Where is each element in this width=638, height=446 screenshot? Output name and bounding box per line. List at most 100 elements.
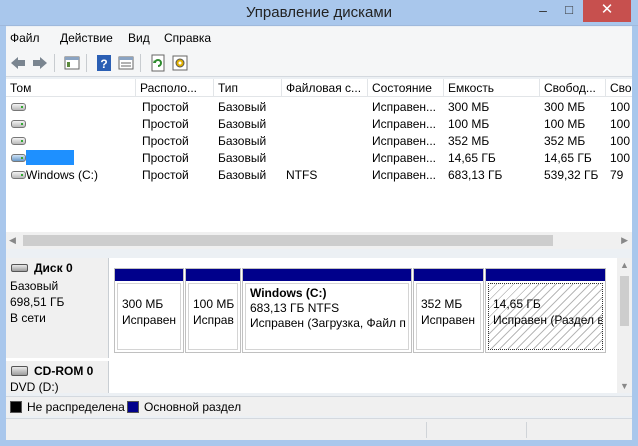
cell-free-pct: 100 xyxy=(610,117,631,131)
help-icon[interactable]: ? xyxy=(95,54,113,72)
cell-status: Исправен... xyxy=(372,117,437,131)
partition-4[interactable]: 352 МБ Исправен xyxy=(413,268,484,353)
scroll-right-icon[interactable]: ▶ xyxy=(621,235,628,246)
cell-free: 14,65 ГБ xyxy=(544,151,592,165)
col-free[interactable]: Свобод... xyxy=(540,79,606,97)
menu-view[interactable]: Вид xyxy=(128,31,150,45)
toolbar: ? xyxy=(6,49,632,77)
cell-capacity: 14,65 ГБ xyxy=(448,151,496,165)
horizontal-scrollbar[interactable]: ◀ ▶ xyxy=(6,232,632,249)
cell-status: Исправен... xyxy=(372,168,437,182)
cell-free: 300 МБ xyxy=(544,100,586,114)
partition-windows[interactable]: Windows (C:) 683,13 ГБ NTFS Исправен (За… xyxy=(242,268,412,353)
col-type[interactable]: Тип xyxy=(214,79,282,97)
hard-disk-icon xyxy=(11,264,28,272)
table-row[interactable]: Простой Базовый Исправен... 352 МБ 352 М… xyxy=(6,133,632,150)
cell-capacity: 352 МБ xyxy=(448,134,490,148)
table-row[interactable]: Простой Базовый Исправен... 100 МБ 100 М… xyxy=(6,116,632,133)
cell-free: 539,32 ГБ xyxy=(544,168,599,182)
partition-2[interactable]: 100 МБ Исправ xyxy=(185,268,241,353)
scrollbar-thumb[interactable] xyxy=(620,276,629,326)
partition-status: Исправен xyxy=(122,313,177,327)
close-button[interactable]: ✕ xyxy=(583,0,631,22)
maximize-button[interactable]: □ xyxy=(556,0,582,22)
cdrom-0-type: DVD (D:) xyxy=(10,380,59,394)
cd-drive-icon xyxy=(11,366,28,376)
toolbar-separator xyxy=(54,54,55,72)
cell-free-pct: 100 xyxy=(610,134,631,148)
title-bar: Управление дисками – □ ✕ xyxy=(0,0,638,26)
table-row[interactable]: Простой Базовый Исправен... 300 МБ 300 М… xyxy=(6,99,632,116)
partition-size: 300 МБ xyxy=(122,297,164,311)
partition-body: 100 МБ Исправ xyxy=(188,283,238,350)
legend: Не распределена Основной раздел xyxy=(6,396,632,416)
cell-layout: Простой xyxy=(142,168,189,182)
window-frame-right xyxy=(632,26,638,440)
partition-status: Исправен xyxy=(421,313,476,327)
scroll-left-icon[interactable]: ◀ xyxy=(9,235,16,246)
volume-icon xyxy=(11,103,26,111)
partition-size: 683,13 ГБ NTFS xyxy=(250,301,340,315)
partition-bar xyxy=(414,269,483,281)
partition-label: Windows (C:) xyxy=(250,286,327,300)
cell-status: Исправен... xyxy=(372,100,437,114)
col-volume[interactable]: Том xyxy=(6,79,136,97)
scrollbar-thumb[interactable] xyxy=(23,235,553,246)
table-row[interactable]: Простой Базовый Исправен... 14,65 ГБ 14,… xyxy=(6,150,632,167)
partition-bar xyxy=(115,269,183,281)
refresh-icon[interactable] xyxy=(149,54,167,72)
cell-capacity: 300 МБ xyxy=(448,100,490,114)
cell-status: Исправен... xyxy=(372,151,437,165)
cdrom-0-info[interactable]: CD-ROM 0 DVD (D:) xyxy=(6,361,109,394)
cell-type: Базовый xyxy=(218,134,267,148)
partition-recovery[interactable]: 14,65 ГБ Исправен (Раздел в xyxy=(485,268,606,353)
disk-0-state: В сети xyxy=(10,311,46,325)
partition-1[interactable]: 300 МБ Исправен xyxy=(114,268,184,353)
table-row[interactable]: Windows (C:) Простой Базовый NTFS Исправ… xyxy=(6,167,632,184)
redacted-volume-name xyxy=(26,150,74,165)
partition-status: Исправен (Загрузка, Файл п xyxy=(250,316,406,330)
disk-0-info[interactable]: Диск 0 Базовый 698,51 ГБ В сети xyxy=(6,258,109,358)
col-status[interactable]: Состояние xyxy=(368,79,444,97)
cell-type: Базовый xyxy=(218,168,267,182)
col-filesystem[interactable]: Файловая с... xyxy=(282,79,368,97)
vertical-scrollbar[interactable]: ▲ ▼ xyxy=(617,258,632,393)
cell-free-pct: 100 xyxy=(610,151,631,165)
col-capacity[interactable]: Емкость xyxy=(444,79,540,97)
col-free-pct[interactable]: Сво xyxy=(606,79,632,97)
cell-type: Базовый xyxy=(218,151,267,165)
menu-help[interactable]: Справка xyxy=(164,31,211,45)
menu-action[interactable]: Действие xyxy=(60,31,113,45)
disk-map: Диск 0 Базовый 698,51 ГБ В сети 300 МБ И… xyxy=(6,258,632,394)
settings-icon[interactable] xyxy=(171,54,189,72)
col-layout[interactable]: Располо... xyxy=(136,79,214,97)
cell-volume: Windows (C:) xyxy=(26,168,99,182)
volume-icon xyxy=(11,120,26,128)
partition-status: Исправен (Раздел в xyxy=(493,313,603,327)
back-icon[interactable] xyxy=(9,54,27,72)
minimize-button[interactable]: – xyxy=(530,0,556,22)
menu-file[interactable]: Файл xyxy=(10,31,40,45)
window-frame-bottom xyxy=(0,440,638,446)
partition-body: Windows (C:) 683,13 ГБ NTFS Исправен (За… xyxy=(245,283,409,350)
scroll-down-icon[interactable]: ▼ xyxy=(620,381,629,391)
partition-bar xyxy=(243,269,411,281)
toolbar-separator xyxy=(140,54,141,72)
svg-text:?: ? xyxy=(100,57,107,71)
cell-layout: Простой xyxy=(142,134,189,148)
show-hide-icon[interactable] xyxy=(117,54,135,72)
partition-size: 100 МБ xyxy=(193,297,235,311)
partition-size: 14,65 ГБ xyxy=(493,297,541,311)
cell-free: 352 МБ xyxy=(544,134,586,148)
disk-0-type: Базовый xyxy=(10,279,59,293)
cdrom-0-name: CD-ROM 0 xyxy=(34,364,94,378)
volume-icon xyxy=(11,171,26,179)
properties-icon[interactable] xyxy=(63,54,81,72)
disk-0-size: 698,51 ГБ xyxy=(10,295,65,309)
scroll-up-icon[interactable]: ▲ xyxy=(620,260,629,270)
partition-size: 352 МБ xyxy=(421,297,463,311)
status-segment xyxy=(526,422,527,438)
legend-unallocated: Не распределена xyxy=(27,400,125,414)
cell-status: Исправен... xyxy=(372,134,437,148)
forward-icon[interactable] xyxy=(31,54,49,72)
